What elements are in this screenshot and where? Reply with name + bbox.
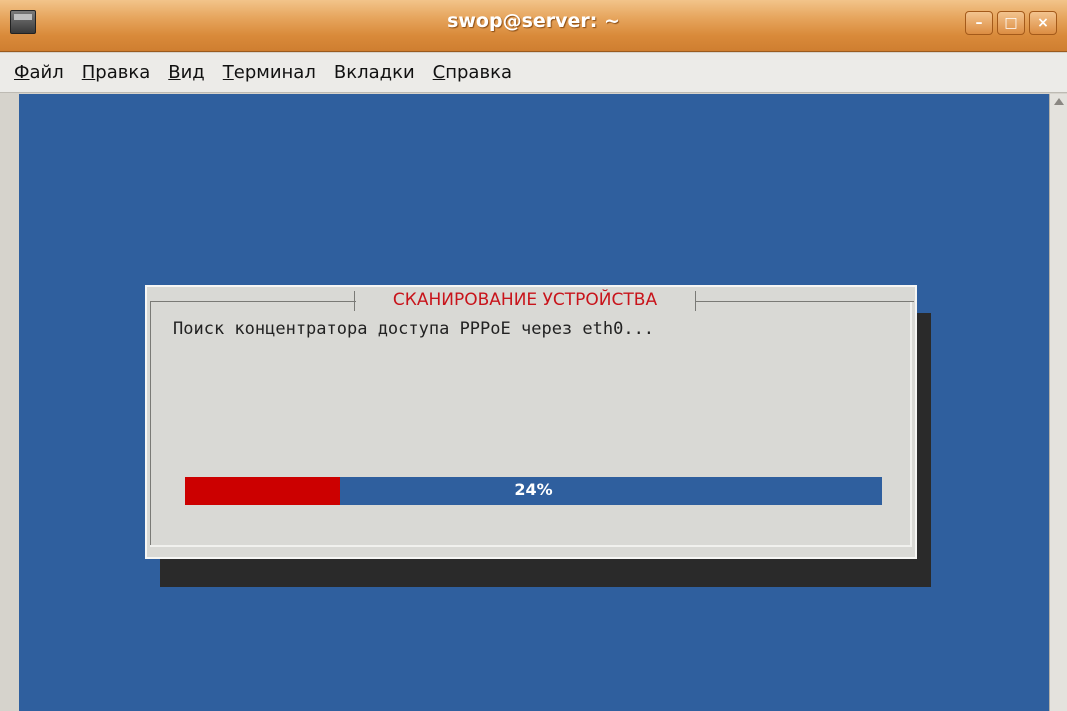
terminal-scrollbar[interactable] [1049, 94, 1067, 711]
dialog-title-bracket-right [695, 291, 696, 311]
menu-file-label: айл [29, 62, 64, 83]
menu-file-accel: Ф [14, 62, 30, 83]
maximize-button[interactable]: □ [997, 11, 1025, 35]
progress-bar: 24% [185, 477, 882, 505]
menu-tabs[interactable]: Вкладки [334, 62, 415, 83]
menu-view-label: ид [180, 62, 205, 83]
window-left-border [0, 94, 19, 711]
menu-edit-label: равка [95, 62, 151, 83]
menu-edit-accel: П [81, 62, 96, 83]
window-title: swop@server: ~ [447, 10, 620, 32]
dialog-title-rule-right [695, 301, 914, 302]
scroll-up-arrow-icon[interactable] [1054, 98, 1064, 105]
scan-dialog: СКАНИРОВАНИЕ УСТРОЙСТВА Поиск концентрат… [145, 285, 917, 559]
menu-bar: Файл Правка Вид Терминал Вкладки Справка [0, 53, 1067, 93]
dialog-title-bracket-left [354, 291, 355, 311]
menu-help[interactable]: Справка [433, 62, 512, 83]
title-bar[interactable]: swop@server: ~ – □ × [0, 0, 1067, 52]
minimize-button[interactable]: – [965, 11, 993, 35]
menu-help-accel: С [432, 62, 446, 83]
close-icon: × [1037, 15, 1049, 31]
menu-view[interactable]: Вид [168, 62, 205, 83]
maximize-icon: □ [1004, 15, 1018, 31]
minimize-icon: – [975, 15, 983, 31]
close-button[interactable]: × [1029, 11, 1057, 35]
menu-terminal-accel: Т [222, 62, 234, 83]
dialog-message: Поиск концентратора доступа PPPoE через … [173, 319, 655, 339]
menu-terminal[interactable]: Терминал [223, 62, 316, 83]
menu-view-accel: В [168, 62, 181, 83]
menu-terminal-label: ерминал [233, 62, 316, 83]
menu-tabs-accel: д [379, 62, 393, 83]
dialog-title-rule-left [150, 301, 356, 302]
menu-tabs-label: ки [392, 62, 415, 83]
progress-percent: 24% [514, 480, 553, 499]
menu-file[interactable]: Файл [14, 62, 64, 83]
menu-help-label: правка [445, 62, 512, 83]
menu-tabs-label-pre: Вкла [333, 62, 380, 83]
menu-edit[interactable]: Правка [82, 62, 151, 83]
dialog-title: СКАНИРОВАНИЕ УСТРОЙСТВА [392, 290, 658, 310]
